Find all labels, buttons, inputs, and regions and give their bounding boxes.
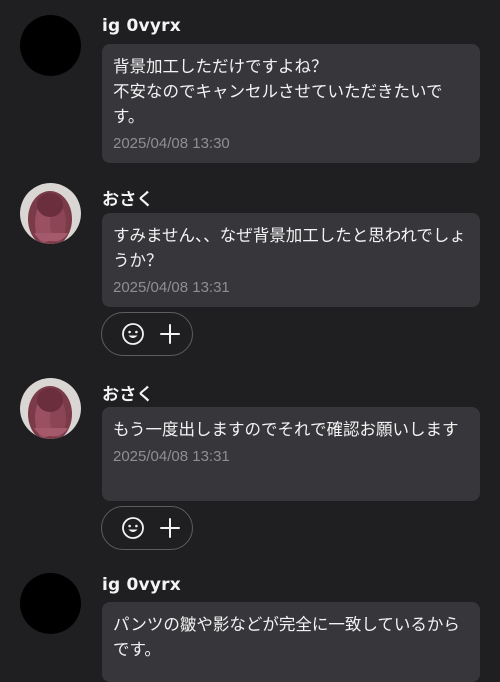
add-reaction-button[interactable] bbox=[121, 322, 145, 346]
message-text: 背景加工しただけですよね？ 不安なのでキャンセルさせていただきたいです。 bbox=[113, 57, 443, 126]
reaction-bar bbox=[101, 506, 193, 550]
smiley-icon bbox=[122, 517, 144, 539]
sender-name: ig 0vyrx bbox=[102, 575, 181, 595]
sender-name: ig 0vyrx bbox=[102, 16, 181, 36]
add-button[interactable] bbox=[158, 322, 182, 346]
add-reaction-button[interactable] bbox=[121, 516, 145, 540]
avatar[interactable] bbox=[20, 378, 81, 439]
message-bubble: パンツの皺や影などが完全に一致しているからです。 bbox=[102, 602, 480, 682]
message-text: すみません、、なぜ背景加工したと思われでしょうか？ bbox=[113, 226, 466, 270]
avatar-photo bbox=[20, 183, 81, 244]
message-bubble: すみません、、なぜ背景加工したと思われでしょうか？ 2025/04/08 13:… bbox=[102, 213, 480, 307]
message-text: もう一度出しますのでそれで確認お願いします bbox=[113, 420, 459, 439]
message-timestamp: 2025/04/08 13:31 bbox=[113, 279, 230, 296]
message-timestamp: 2025/04/08 13:31 bbox=[113, 448, 230, 465]
add-button[interactable] bbox=[158, 516, 182, 540]
avatar-photo bbox=[20, 378, 81, 439]
smiley-icon bbox=[122, 323, 144, 345]
message-bubble: もう一度出しますのでそれで確認お願いします 2025/04/08 13:31 bbox=[102, 407, 480, 501]
message-text: パンツの皺や影などが完全に一致しているからです。 bbox=[113, 615, 460, 659]
message-timestamp: 2025/04/08 13:30 bbox=[113, 135, 230, 152]
sender-name: おさく bbox=[102, 385, 154, 405]
reaction-bar bbox=[101, 312, 193, 356]
sender-name: おさく bbox=[102, 190, 154, 210]
avatar[interactable] bbox=[20, 573, 81, 634]
plus-icon bbox=[160, 324, 180, 344]
avatar[interactable] bbox=[20, 183, 81, 244]
avatar[interactable] bbox=[20, 15, 81, 76]
message-bubble: 背景加工しただけですよね？ 不安なのでキャンセルさせていただきたいです。 202… bbox=[102, 44, 480, 163]
plus-icon bbox=[160, 518, 180, 538]
